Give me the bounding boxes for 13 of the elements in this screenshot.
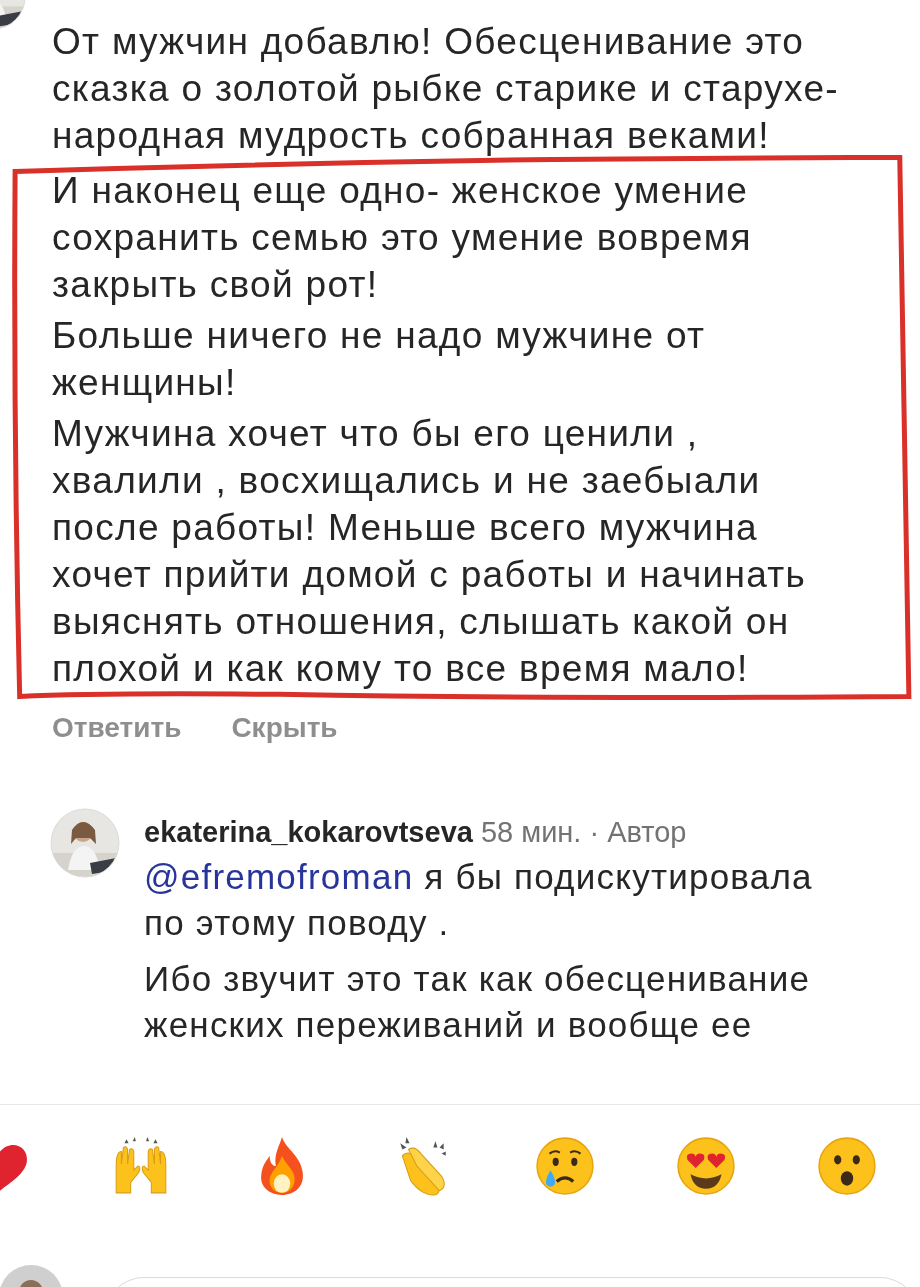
- comment-text: Мужчина хочет что бы его ценили , хвалили , восхищались и не заебыали после работы! Меньше всего мужчина хочет прийти домой с работы и начинать выяснять отношения, слышать какой он плохой и как кому то все время мало!: [52, 412, 808, 691]
- comment-text: Ибо звучит это так как обесценивание женских переживаний и вообще ее: [144, 958, 812, 1046]
- username[interactable]: ekaterina_kokarovtseva: [144, 810, 473, 854]
- surprised-face-icon[interactable]: [815, 1135, 878, 1197]
- mention-link[interactable]: @efremofroman: [144, 857, 414, 896]
- heart-eyes-face-icon[interactable]: [674, 1135, 737, 1197]
- author-label: · Автор: [589, 815, 687, 850]
- comment-text: @efremofroman я бы подискутировала по этому поводу .: [144, 856, 814, 944]
- crying-face-icon[interactable]: [533, 1135, 596, 1197]
- comment-text: От мужчин добавлю! Обесценивание это сказка о золотой рыбке старике и старухе- народная мудрость собранная веками!: [52, 20, 840, 158]
- comment-text: И наконец еще одно- женское умение сохранить семью это умение вовремя закрыть свой рот!: [52, 169, 753, 307]
- comment-text: Больше ничего не надо мужчине от женщины!: [52, 314, 707, 405]
- comment-time: 58 мин.: [480, 815, 582, 850]
